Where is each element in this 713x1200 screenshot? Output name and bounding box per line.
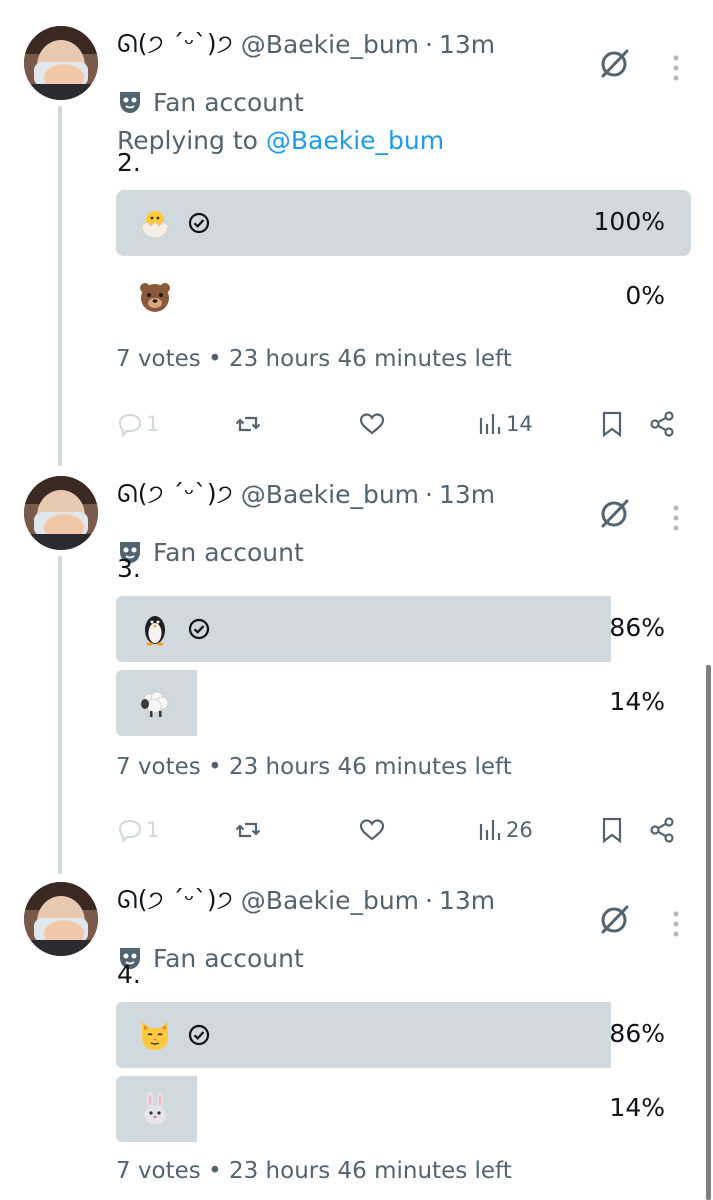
separator-dot: ·: [425, 479, 433, 509]
tweet[interactable]: ᘏ(੭ ˊᵕˋ)੭ @Baekie_bum · 13m Fan account …: [0, 26, 713, 456]
separator-dot: ·: [425, 29, 433, 59]
tweet[interactable]: ᘏ(੭ ˊᵕˋ)੭ @Baekie_bum · 13m Fan account …: [0, 476, 713, 876]
grok-icon[interactable]: [598, 498, 630, 530]
account-label: Fan account: [117, 534, 304, 570]
bookmark-icon: [602, 411, 622, 438]
display-name[interactable]: ᘏ(੭ ˊᵕˋ)੭: [117, 29, 233, 59]
poll-option[interactable]: 86%: [116, 596, 691, 662]
bear-face-emoji: [140, 283, 170, 312]
views-button[interactable]: 26: [476, 810, 533, 850]
poll-option[interactable]: 0%: [116, 264, 691, 330]
poll-percent: 14%: [609, 687, 665, 716]
tweet-text: 4.: [117, 960, 141, 989]
poll-option[interactable]: 86%: [116, 1002, 691, 1068]
tweet[interactable]: ᘏ(੭ ˊᵕˋ)੭ @Baekie_bum · 13m Fan account …: [0, 882, 713, 1200]
scrollbar[interactable]: [706, 665, 711, 1200]
display-name[interactable]: ᘏ(੭ ˊᵕˋ)੭: [117, 479, 233, 509]
bookmark-button[interactable]: [598, 810, 626, 850]
display-name[interactable]: ᘏ(੭ ˊᵕˋ)੭: [117, 885, 233, 915]
tweet-header: ᘏ(੭ ˊᵕˋ)੭ @Baekie_bum · 13m: [117, 474, 677, 514]
views-button[interactable]: 14: [476, 404, 533, 444]
timeline: ᘏ(੭ ˊᵕˋ)੭ @Baekie_bum · 13m Fan account …: [0, 0, 713, 1200]
poll-percent: 86%: [609, 613, 665, 642]
penguin-emoji: [145, 616, 165, 646]
poll-meta: 7 votes • 23 hours 46 minutes left: [116, 754, 512, 780]
rabbit-face-emoji: [144, 1092, 166, 1125]
account-label: Fan account: [117, 84, 304, 120]
reply-button[interactable]: 1: [116, 404, 159, 444]
poll-percent: 100%: [593, 207, 665, 236]
tweet-actions: 1: [116, 810, 686, 850]
bookmark-icon: [602, 817, 622, 844]
like-button[interactable]: [358, 404, 386, 444]
poll-option[interactable]: 14%: [116, 1076, 691, 1142]
user-handle[interactable]: @Baekie_bum: [241, 30, 419, 59]
heart-icon: [359, 819, 385, 841]
user-handle[interactable]: @Baekie_bum: [241, 480, 419, 509]
replying-to-mention[interactable]: @Baekie_bum: [266, 126, 444, 155]
timestamp[interactable]: 13m: [439, 886, 495, 915]
poll-percent: 86%: [609, 1019, 665, 1048]
reply-button[interactable]: 1: [116, 810, 159, 850]
repost-button[interactable]: [234, 404, 262, 444]
timestamp[interactable]: 13m: [439, 30, 495, 59]
poll-option[interactable]: 14%: [116, 670, 691, 736]
tweet-text: 2.: [117, 148, 141, 177]
views-count: 14: [506, 412, 533, 436]
check-circle-icon: [188, 618, 210, 640]
check-circle-icon: [188, 212, 210, 234]
timestamp[interactable]: 13m: [439, 480, 495, 509]
tweet-actions: 1: [116, 404, 686, 444]
avatar[interactable]: [24, 882, 98, 956]
account-label-text: Fan account: [153, 87, 304, 117]
share-icon: [650, 817, 674, 843]
cat-face-emoji: [142, 1022, 168, 1050]
grok-icon[interactable]: [598, 904, 630, 936]
account-label-text: Fan account: [153, 943, 304, 973]
share-icon: [650, 411, 674, 437]
views-icon: [479, 820, 501, 840]
tweet-header: ᘏ(੭ ˊᵕˋ)੭ @Baekie_bum · 13m: [117, 880, 677, 920]
poll-meta: 7 votes • 23 hours 46 minutes left: [116, 346, 512, 372]
user-handle[interactable]: @Baekie_bum: [241, 886, 419, 915]
reply-icon: [118, 413, 142, 438]
poll-percent: 14%: [609, 1093, 665, 1122]
separator-dot: ·: [425, 885, 433, 915]
share-button[interactable]: [648, 810, 676, 850]
views-count: 26: [506, 818, 533, 842]
poll-option[interactable]: 100%: [116, 190, 691, 256]
account-label: Fan account: [117, 940, 304, 976]
like-button[interactable]: [358, 810, 386, 850]
views-icon: [479, 414, 501, 434]
repost-button[interactable]: [234, 810, 262, 850]
poll-meta: 7 votes • 23 hours 46 minutes left: [116, 1158, 512, 1184]
account-label-text: Fan account: [153, 537, 304, 567]
grok-icon[interactable]: [598, 48, 630, 80]
replying-to: Replying to @Baekie_bum: [117, 126, 444, 155]
avatar[interactable]: [24, 476, 98, 550]
more-options-icon[interactable]: [672, 54, 680, 82]
avatar[interactable]: [24, 26, 98, 100]
more-options-icon[interactable]: [672, 504, 680, 532]
tweet-text: 3.: [117, 554, 141, 583]
mask-icon: [120, 92, 140, 113]
poll-percent: 0%: [625, 281, 665, 310]
repost-icon: [235, 822, 261, 838]
share-button[interactable]: [648, 404, 676, 444]
hatching-chick-emoji: [141, 211, 169, 239]
reply-count: 1: [146, 818, 160, 842]
more-options-icon[interactable]: [672, 910, 680, 938]
reply-count: 1: [146, 412, 160, 436]
bookmark-button[interactable]: [598, 404, 626, 444]
reply-icon: [118, 819, 142, 844]
heart-icon: [359, 413, 385, 435]
repost-icon: [235, 416, 261, 432]
check-circle-icon: [188, 1024, 210, 1046]
sheep-emoji: [141, 691, 169, 717]
tweet-header: ᘏ(੭ ˊᵕˋ)੭ @Baekie_bum · 13m: [117, 24, 677, 64]
